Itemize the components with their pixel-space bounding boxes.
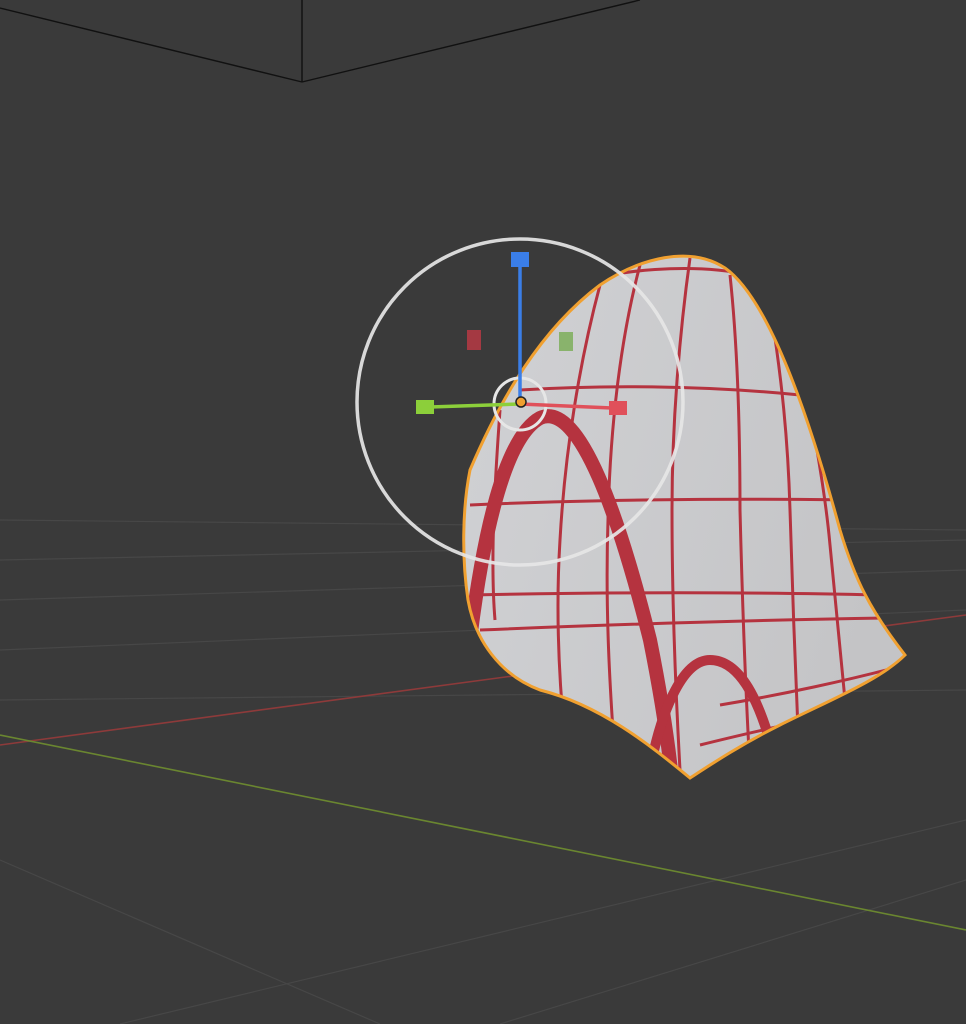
background-box <box>0 0 641 83</box>
translate-y-handle-icon[interactable] <box>416 400 434 414</box>
mesh-surface <box>463 256 905 778</box>
plane-yz-handle-icon[interactable] <box>559 332 573 351</box>
object-origin-icon <box>515 396 527 408</box>
translate-z-handle-icon[interactable] <box>511 252 529 267</box>
3d-viewport[interactable] <box>0 0 966 1024</box>
y-axis-line <box>0 734 966 931</box>
translate-x-handle-icon[interactable] <box>609 401 627 415</box>
plane-xz-handle-icon[interactable] <box>467 330 481 350</box>
mesh-object[interactable] <box>0 0 966 1024</box>
